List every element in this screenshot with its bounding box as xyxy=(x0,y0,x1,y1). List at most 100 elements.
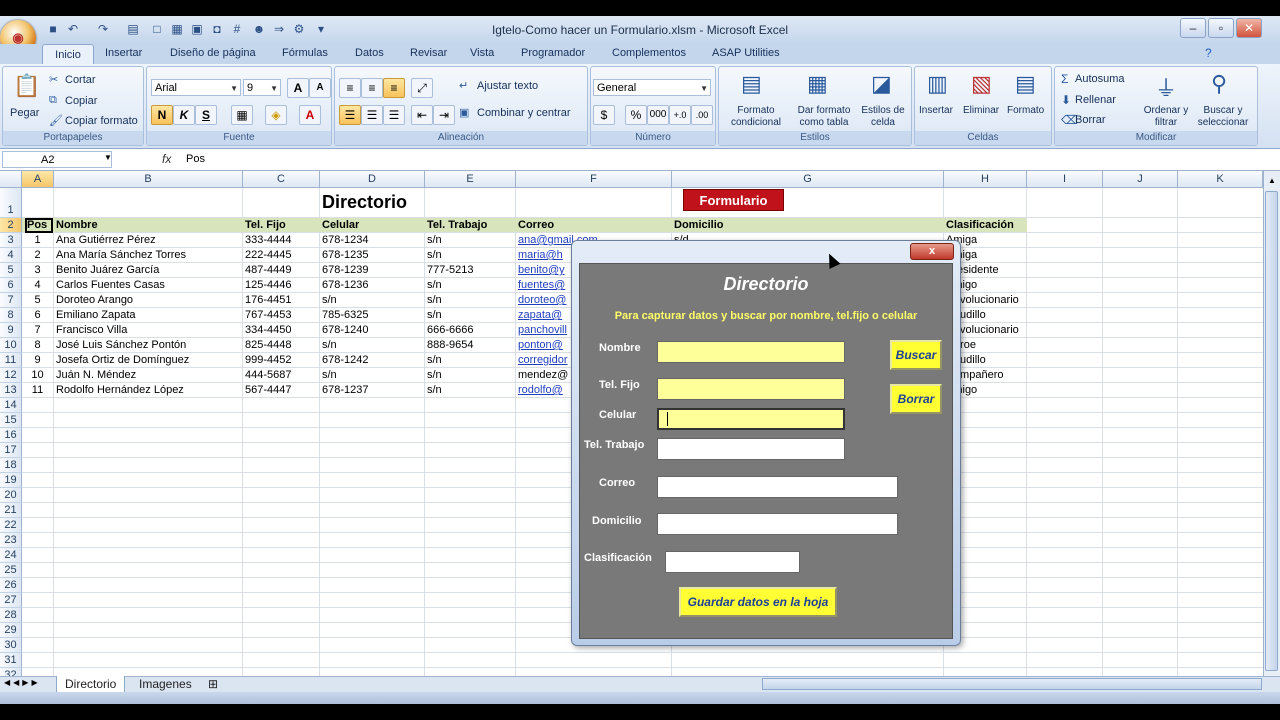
header-domicilio[interactable]: Domicilio xyxy=(674,218,724,233)
decrease-decimal-icon[interactable]: .00 xyxy=(691,105,713,125)
cell-tel-trabajo[interactable]: 666-6666 xyxy=(427,323,515,338)
cell-tel-trabajo[interactable]: s/n xyxy=(427,368,515,383)
cell-pos[interactable]: 5 xyxy=(22,293,53,308)
camera-icon[interactable]: ◘ xyxy=(210,22,224,36)
sort-filter-button[interactable]: Ordenar y filtrar xyxy=(1143,105,1189,129)
thousands-button[interactable]: 000 xyxy=(647,105,669,125)
cell-tel-trabajo[interactable]: 888-9654 xyxy=(427,338,515,353)
dialog-close-button[interactable]: x xyxy=(910,243,954,260)
wrap-text-button[interactable]: Ajustar texto xyxy=(477,80,538,92)
column-header-g[interactable]: G xyxy=(672,171,944,188)
sheet-tab-directorio[interactable]: Directorio xyxy=(56,676,126,693)
cell-nombre[interactable]: Carlos Fuentes Casas xyxy=(56,278,242,293)
tab-programador[interactable]: Programador xyxy=(521,47,585,59)
row-header[interactable]: 14 xyxy=(0,398,22,413)
cell-tel-fijo[interactable]: 125-4446 xyxy=(245,278,319,293)
header-celular[interactable]: Celular xyxy=(322,218,359,233)
row-header[interactable]: 31 xyxy=(0,653,22,668)
row-header[interactable]: 20 xyxy=(0,488,22,503)
row-header[interactable]: 12 xyxy=(0,368,22,383)
buscar-button[interactable]: Buscar xyxy=(890,340,942,370)
column-header-j[interactable]: J xyxy=(1103,171,1178,188)
align-top-icon[interactable]: ≡ xyxy=(339,78,361,98)
cell-pos[interactable]: 3 xyxy=(22,263,53,278)
column-header-i[interactable]: I xyxy=(1027,171,1103,188)
insert-function-icon[interactable]: fx xyxy=(162,152,171,166)
decrease-indent-icon[interactable]: ⇤ xyxy=(411,105,433,125)
column-header-b[interactable]: B xyxy=(54,171,243,188)
cell-pos[interactable]: 7 xyxy=(22,323,53,338)
maximize-button[interactable]: ▫ xyxy=(1208,18,1234,38)
borrar-button[interactable]: Borrar xyxy=(890,384,942,414)
row-header[interactable]: 29 xyxy=(0,623,22,638)
header-correo[interactable]: Correo xyxy=(518,218,554,233)
cell-nombre[interactable]: Juán N. Méndez xyxy=(56,368,242,383)
open-icon[interactable]: ▤ xyxy=(126,22,140,36)
row-header[interactable]: 16 xyxy=(0,428,22,443)
tab-inicio[interactable]: Inicio xyxy=(42,44,94,65)
cell-pos[interactable]: 8 xyxy=(22,338,53,353)
cell-tel-trabajo[interactable]: s/n xyxy=(427,248,515,263)
cell-celular[interactable]: s/n xyxy=(322,368,424,383)
font-name-select[interactable]: Arial ▼ xyxy=(151,79,241,96)
row-header[interactable]: 15 xyxy=(0,413,22,428)
cell-celular[interactable]: 678-1242 xyxy=(322,353,424,368)
undo-icon[interactable]: ↶ xyxy=(66,22,80,36)
sheet-tab-imagenes[interactable]: Imagenes xyxy=(131,676,200,692)
cell-nombre[interactable]: Doroteo Arango xyxy=(56,293,242,308)
close-button[interactable]: ✕ xyxy=(1236,18,1262,38)
cell-celular[interactable]: 678-1236 xyxy=(322,278,424,293)
cell-tel-fijo[interactable]: 333-4444 xyxy=(245,233,319,248)
row-header[interactable]: 9 xyxy=(0,323,22,338)
cell-nombre[interactable]: José Luis Sánchez Pontón xyxy=(56,338,242,353)
fill-color-icon[interactable]: ◈ xyxy=(265,105,287,125)
row-header[interactable]: 13 xyxy=(0,383,22,398)
cell-nombre[interactable]: Josefa Ortiz de Domínguez xyxy=(56,353,242,368)
domicilio-input[interactable] xyxy=(657,513,898,535)
format-painter-button[interactable]: Copiar formato xyxy=(65,115,138,127)
column-header-d[interactable]: D xyxy=(320,171,425,188)
column-header-k[interactable]: K xyxy=(1178,171,1263,188)
header-pos-cell[interactable]: Pos xyxy=(25,218,53,233)
cell-tel-fijo[interactable]: 487-4449 xyxy=(245,263,319,278)
cell-pos[interactable]: 2 xyxy=(22,248,53,263)
row-header[interactable]: 21 xyxy=(0,503,22,518)
cell-tel-trabajo[interactable]: s/n xyxy=(427,383,515,398)
cell-tel-fijo[interactable]: 825-4448 xyxy=(245,338,319,353)
merge-center-button[interactable]: Combinar y centrar xyxy=(477,107,571,119)
correo-input[interactable] xyxy=(657,476,898,498)
column-header-e[interactable]: E xyxy=(425,171,516,188)
row-header[interactable]: 18 xyxy=(0,458,22,473)
cell-tel-fijo[interactable]: 444-5687 xyxy=(245,368,319,383)
cell-nombre[interactable]: Benito Juárez García xyxy=(56,263,242,278)
tab-insertar[interactable]: Insertar xyxy=(105,47,142,59)
fill-button[interactable]: Rellenar xyxy=(1075,94,1116,106)
format-as-table-button[interactable]: Dar formato como tabla xyxy=(791,105,857,129)
cell-tel-trabajo[interactable]: s/n xyxy=(427,233,515,248)
percent-button[interactable]: % xyxy=(625,105,647,125)
cell-pos[interactable]: 1 xyxy=(22,233,53,248)
cell-pos[interactable]: 11 xyxy=(22,383,53,398)
customize-qat-icon[interactable]: ▾ xyxy=(314,22,328,36)
align-left-icon[interactable]: ☰ xyxy=(339,105,361,125)
user-icon[interactable]: ☻ xyxy=(252,22,266,36)
cell-celular[interactable]: 678-1240 xyxy=(322,323,424,338)
borders-icon[interactable]: ▦ xyxy=(231,105,253,125)
tab-asap-utilities[interactable]: ASAP Utilities xyxy=(712,47,780,59)
align-bottom-icon[interactable]: ≡ xyxy=(383,78,405,98)
cell-nombre[interactable]: Rodolfo Hernández López xyxy=(56,383,242,398)
header-clasificacion[interactable]: Clasificación xyxy=(946,218,1014,233)
cell-tel-trabajo[interactable]: s/n xyxy=(427,293,515,308)
column-header-c[interactable]: C xyxy=(243,171,320,188)
grid-icon[interactable]: # xyxy=(230,22,244,36)
format-button[interactable]: Formato xyxy=(1007,105,1044,116)
cell-celular[interactable]: 678-1234 xyxy=(322,233,424,248)
align-center-icon[interactable]: ☰ xyxy=(361,105,383,125)
cell-tel-fijo[interactable]: 334-4450 xyxy=(245,323,319,338)
print-icon[interactable]: ▦ xyxy=(170,22,184,36)
insert-button[interactable]: Insertar xyxy=(919,105,953,116)
header-tel-fijo[interactable]: Tel. Fijo xyxy=(245,218,286,233)
row-header[interactable]: 3 xyxy=(0,233,22,248)
row-header[interactable]: 27 xyxy=(0,593,22,608)
header-tel-trabajo[interactable]: Tel. Trabajo xyxy=(427,218,487,233)
